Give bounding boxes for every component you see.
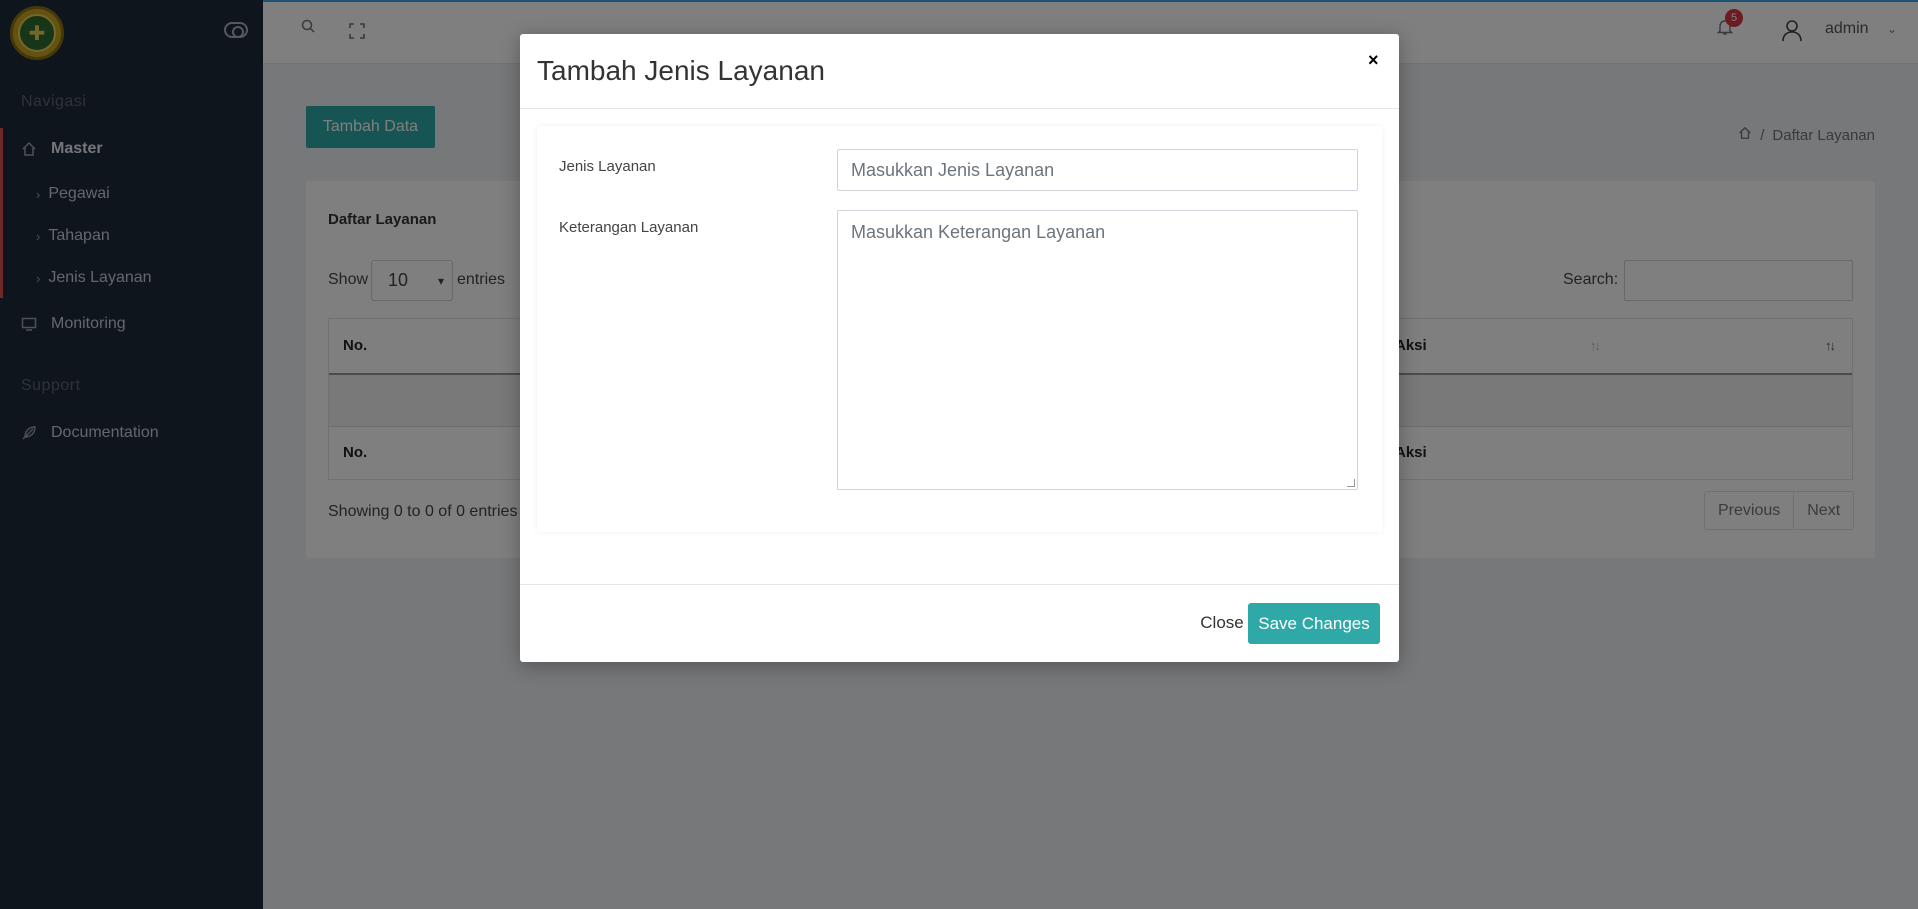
modal-title: Tambah Jenis Layanan (537, 55, 825, 86)
divider (520, 108, 1399, 109)
keterangan-layanan-textarea[interactable]: Masukkan Keterangan Layanan (837, 210, 1358, 490)
jenis-layanan-input[interactable]: Masukkan Jenis Layanan (837, 149, 1358, 191)
save-changes-button[interactable]: Save Changes (1248, 603, 1380, 644)
jenis-layanan-label: Jenis Layanan (559, 158, 656, 175)
resize-handle-icon[interactable] (1347, 479, 1355, 487)
keterangan-layanan-placeholder: Masukkan Keterangan Layanan (851, 222, 1106, 242)
jenis-layanan-placeholder: Masukkan Jenis Layanan (851, 159, 1055, 180)
add-service-modal: Tambah Jenis Layanan × Jenis Layanan Mas… (520, 34, 1399, 662)
close-icon[interactable]: × (1368, 50, 1379, 71)
keterangan-layanan-label: Keterangan Layanan (559, 219, 699, 236)
divider (520, 584, 1399, 585)
